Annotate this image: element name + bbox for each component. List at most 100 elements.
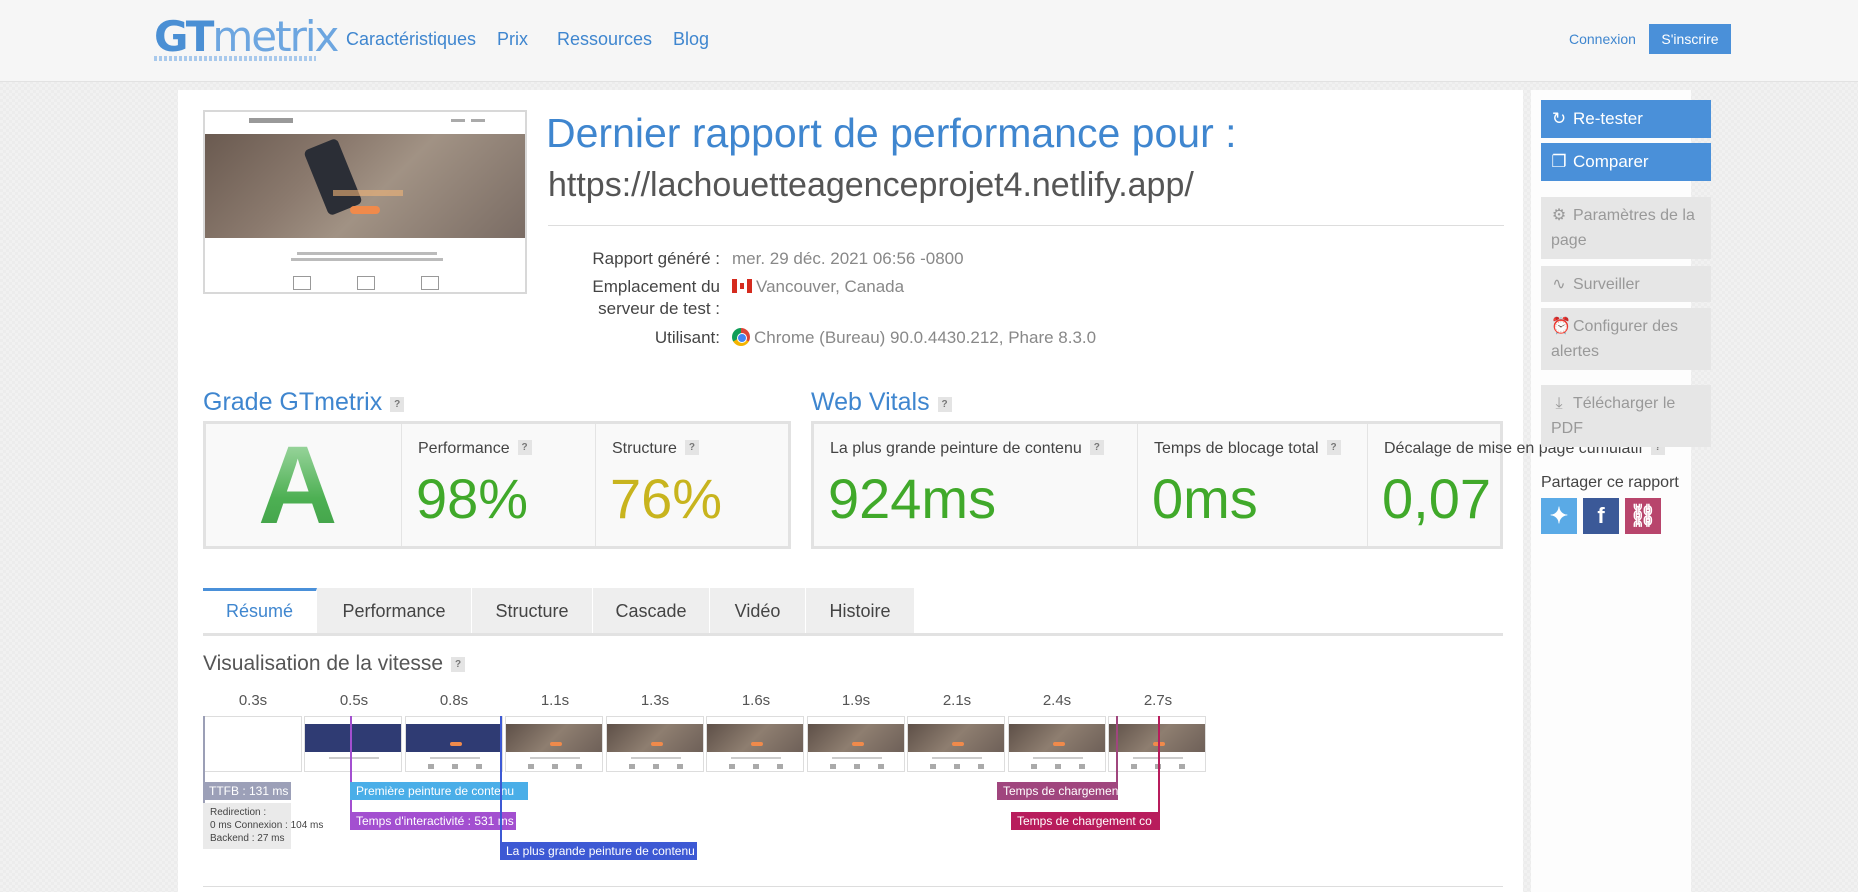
performance-cell: Performance? 98% — [401, 424, 595, 546]
lcp-marker-label[interactable]: La plus grande peinture de contenu — [500, 842, 697, 860]
tab-waterfall[interactable]: Cascade — [593, 588, 710, 634]
filmstrip-frame[interactable] — [405, 716, 503, 772]
page-screenshot-thumbnail[interactable] — [203, 110, 527, 294]
meta-label-using: Utilisant: — [654, 328, 720, 347]
alarm-clock-icon: ⏰ — [1551, 318, 1571, 335]
login-link[interactable]: Connexion — [1569, 31, 1636, 47]
lcp-marker-line — [500, 716, 502, 860]
filmstrip-frame[interactable] — [1108, 716, 1206, 772]
filmstrip-frame[interactable] — [505, 716, 603, 772]
meta-label-location: Emplacement du serveur de test : — [592, 277, 720, 318]
vitals-box: La plus grande peinture de contenu? 924m… — [811, 421, 1665, 549]
structure-cell: Structure? 76% — [595, 424, 788, 546]
performance-score: 98% — [416, 467, 529, 530]
signup-button[interactable]: S'inscrire — [1649, 24, 1731, 54]
lcp-cell: La plus grande peinture de contenu? 924m… — [814, 424, 1137, 546]
tab-structure[interactable]: Structure — [472, 588, 593, 634]
grade-letter: A — [258, 424, 338, 547]
refresh-icon: ↻ — [1551, 109, 1567, 128]
canada-flag-icon — [732, 279, 752, 293]
help-icon[interactable]: ? — [1326, 440, 1341, 455]
share-report-title: Partager ce rapport — [1541, 474, 1679, 491]
ttfb-breakdown: Redirection : 0 ms Connexion : 104 ms Ba… — [203, 803, 323, 849]
tabs-underline — [203, 633, 1503, 636]
ttfb-marker-label[interactable]: TTFB : 131 ms — [203, 782, 291, 800]
timeline-tick: 1.1s — [540, 692, 570, 709]
tab-video[interactable]: Vidéo — [710, 588, 806, 634]
divider — [203, 886, 1503, 887]
meta-value-using: Chrome (Bureau) 90.0.4430.212, Phare 8.3… — [732, 327, 1096, 349]
lcp-value: 924ms — [828, 467, 997, 530]
lcp-label: La plus grande peinture de contenu? — [830, 440, 1104, 458]
meta-value-location: Vancouver, Canada — [732, 276, 904, 298]
meta-value-generated: mer. 29 déc. 2021 06:56 -0800 — [732, 249, 964, 268]
fully-loaded-marker-label[interactable]: Temps de chargement co — [1011, 812, 1160, 830]
timeline-tick: 0.8s — [439, 692, 469, 709]
download-pdf-button[interactable]: ⤓ Télécharger le PDF — [1541, 385, 1711, 447]
vitals-title-text: Web Vitals — [811, 388, 930, 416]
tab-performance[interactable]: Performance — [317, 588, 472, 634]
meta-label-generated: Rapport généré : — [592, 249, 720, 268]
filmstrip-frame[interactable] — [807, 716, 905, 772]
tab-summary[interactable]: Résumé — [203, 588, 317, 634]
pulse-icon: ∿ — [1552, 276, 1566, 293]
facebook-icon[interactable]: f — [1583, 498, 1619, 534]
performance-label: Performance? — [418, 440, 532, 458]
tbt-cell: Temps de blocage total? 0ms — [1137, 424, 1367, 546]
timeline-tick: 0.5s — [339, 692, 369, 709]
help-icon[interactable]: ? — [451, 657, 466, 672]
gear-icon: ⚙ — [1551, 207, 1567, 224]
vitals-section-title: Web Vitals? — [811, 388, 952, 417]
link-icon[interactable]: ⛓ — [1625, 498, 1661, 534]
twitter-icon[interactable]: ✦ — [1541, 498, 1577, 534]
help-icon[interactable]: ? — [937, 397, 952, 412]
gtmetrix-logo[interactable]: GTmetrix — [154, 12, 339, 61]
filmstrip-frame[interactable] — [706, 716, 804, 772]
cls-cell: Décalage de mise en page cumulatif? 0,07 — [1367, 424, 1665, 546]
nav-link-resources[interactable]: Ressources — [557, 29, 652, 50]
timeline-tick: 2.4s — [1042, 692, 1072, 709]
help-icon[interactable]: ? — [684, 440, 699, 455]
grade-section-title: Grade GTmetrix? — [203, 388, 405, 417]
help-icon[interactable]: ? — [390, 397, 405, 412]
retest-button[interactable]: ↻ Re-tester — [1541, 100, 1711, 138]
speed-visualization-title: Visualisation de la vitesse? — [203, 652, 466, 676]
filmstrip-frame[interactable] — [204, 716, 302, 772]
nav-link-features[interactable]: Caractéristiques — [346, 29, 476, 50]
help-icon[interactable]: ? — [517, 440, 532, 455]
chrome-icon — [732, 328, 750, 346]
timeline-tick: 1.6s — [741, 692, 771, 709]
page-settings-button[interactable]: ⚙ Paramètres de la page — [1541, 197, 1711, 259]
report-url[interactable]: https://lachouetteagenceprojet4.netlify.… — [548, 166, 1194, 205]
timeline-tick: 2.7s — [1143, 692, 1173, 709]
cls-value: 0,07 — [1382, 467, 1491, 530]
grade-title-text: Grade GTmetrix — [203, 388, 383, 416]
pdf-icon: ⤓ — [1555, 395, 1563, 412]
browser-text: Chrome (Bureau) 90.0.4430.212, Phare 8.3… — [754, 328, 1097, 347]
help-icon[interactable]: ? — [1089, 440, 1104, 455]
report-title: Dernier rapport de performance pour : — [546, 110, 1237, 156]
configure-alerts-button[interactable]: ⏰ Configurer des alertes — [1541, 308, 1711, 370]
monitor-button[interactable]: ∿ Surveiller — [1541, 266, 1711, 302]
divider — [548, 225, 1504, 226]
grade-box: A Performance? 98% Structure? 76% — [203, 421, 791, 549]
structure-score: 76% — [610, 467, 723, 530]
logo-underline — [154, 56, 316, 61]
tti-marker-label[interactable]: Temps d'interactivité : 531 ms — [350, 812, 516, 830]
nav-link-pricing[interactable]: Prix — [497, 29, 528, 50]
filmstrip-frame[interactable] — [304, 716, 402, 772]
filmstrip-frame[interactable] — [907, 716, 1005, 772]
timeline-tick: 1.9s — [841, 692, 871, 709]
tab-history[interactable]: Histoire — [806, 588, 915, 634]
filmstrip-frame[interactable] — [606, 716, 704, 772]
tbt-value: 0ms — [1152, 467, 1258, 530]
copy-icon: ❐ — [1551, 152, 1567, 171]
tbt-label: Temps de blocage total? — [1154, 440, 1341, 458]
timeline-tick: 2.1s — [942, 692, 972, 709]
onload-marker-label[interactable]: Temps de chargement — [997, 782, 1118, 800]
nav-link-blog[interactable]: Blog — [673, 29, 709, 50]
compare-button[interactable]: ❐ Comparer — [1541, 143, 1711, 181]
location-text: Vancouver, Canada — [756, 277, 905, 296]
structure-label: Structure? — [612, 440, 699, 458]
filmstrip-frame[interactable] — [1008, 716, 1106, 772]
